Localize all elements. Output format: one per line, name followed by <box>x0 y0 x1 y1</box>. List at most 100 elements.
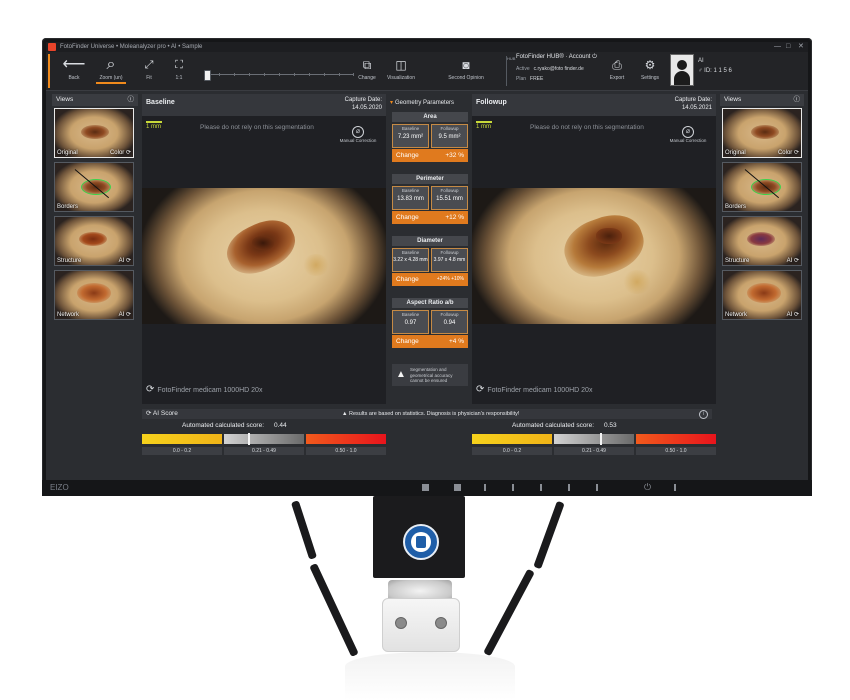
back-button[interactable]: ⟵ Back <box>62 56 86 82</box>
followup-score-marker <box>600 433 603 445</box>
zoom-button[interactable]: ⌕ Zoom (un) <box>96 56 126 84</box>
followup-ai-score: Automated calculated score: 0.53 0.0 - 0… <box>472 422 716 462</box>
baseline-score-value: 0.44 <box>274 422 287 429</box>
fit-button[interactable]: ⤢ Fit <box>140 56 158 82</box>
segmentation-warning: Please do not rely on this segmentation <box>530 124 644 131</box>
scale-label: 1 mm <box>476 124 491 130</box>
toolbar: ⟵ Back ⌕ Zoom (un) ⤢ Fit ⛶ 1:1 ⧉ Change … <box>46 52 808 91</box>
ai-score-header: ⟳ AI Score ▲ Results are based on statis… <box>142 409 712 419</box>
brand-logo: EIZO <box>50 483 69 492</box>
view-thumb-structure-left[interactable]: Structure AI ⟳ <box>54 216 134 266</box>
cable <box>483 568 535 657</box>
input-button[interactable] <box>422 484 429 491</box>
change-button[interactable]: ⧉ Change <box>354 56 380 82</box>
views-right-header: Views ⓘ <box>720 94 804 106</box>
zoom-slider[interactable] <box>204 70 354 81</box>
info-icon[interactable]: i <box>699 410 708 419</box>
score-high-segment <box>306 434 386 444</box>
sync-icon: ⟳ <box>125 150 131 156</box>
maximize-button[interactable]: □ <box>786 42 790 52</box>
segmentation-warning: Please do not rely on this segmentation <box>200 124 314 131</box>
baseline-device: ⟳ FotoFinder medicam 1000HD 20x <box>146 384 263 395</box>
geometry-parameters: ▾ Geometry Parameters Area Baseline 7.23 m… <box>390 98 470 408</box>
floor-shadow <box>345 652 515 700</box>
settings-button[interactable]: ⚙ Settings <box>638 56 662 82</box>
app-screen: FotoFinder Universe • Moleanalyzer pro •… <box>46 42 808 480</box>
view-thumb-structure-right[interactable]: Structure AI ⟳ <box>722 216 802 266</box>
followup-score-value: 0.53 <box>604 422 617 429</box>
manual-correction-button[interactable]: ⌀ Manual Correction <box>338 126 378 143</box>
info-icon[interactable]: ⓘ <box>128 94 135 106</box>
gears-icon: ⚙ <box>644 58 656 72</box>
account-active: Active c.ryako@foto finder.de <box>516 66 584 72</box>
monitor: FotoFinder Universe • Moleanalyzer pro •… <box>42 38 812 496</box>
window-titlebar: FotoFinder Universe • Moleanalyzer pro •… <box>46 42 808 52</box>
edit-icon: ⌀ <box>352 126 364 138</box>
stand-mount <box>382 598 460 652</box>
visualization-button[interactable]: ◫ Visualization <box>384 56 418 82</box>
followup-dermoscopy-image[interactable] <box>472 188 716 324</box>
manual-correction-button[interactable]: ⌀ Manual Correction <box>668 126 708 143</box>
camera-icon: ◙ <box>462 58 470 72</box>
patient-id-row: ♂ ID: 1 1 5 6 <box>698 68 732 74</box>
arrow-left-icon: ⟵ <box>62 56 86 73</box>
export-button[interactable]: ⎙ Export <box>604 56 630 82</box>
followup-capture-date: Capture Date: 14.05.2021 <box>674 97 712 111</box>
scale-bar <box>476 121 492 123</box>
view-thumb-borders-right[interactable]: Borders <box>722 162 802 212</box>
view-thumb-network-left[interactable]: Network AI ⟳ <box>54 270 134 320</box>
second-opinion-button[interactable]: ◙ Second Opinion <box>446 56 486 82</box>
bolt-icon <box>435 617 447 629</box>
score-mid-segment <box>224 434 304 444</box>
magnifier-person-icon: ⌕ <box>106 56 116 73</box>
male-icon: ♂ <box>698 68 703 74</box>
hub-account-title: FotoFinder HUB® · Account ⏻ <box>516 54 597 60</box>
sync-icon: ⟳ <box>793 312 799 318</box>
toolbar-accent <box>48 54 50 88</box>
baseline-score-marker <box>248 433 251 445</box>
patient-info: AI ♂ ID: 1 1 5 6 <box>698 56 732 76</box>
view-thumb-original-left[interactable]: Original Color ⟳ <box>54 108 134 158</box>
monitor-button[interactable] <box>512 484 514 491</box>
monitor-button[interactable] <box>484 484 486 491</box>
followup-title: Followup <box>476 99 507 106</box>
geometry-header[interactable]: ▾ Geometry Parameters <box>390 98 470 108</box>
geometry-note: ▲ Segmentation and geometrical accuracy … <box>392 364 468 386</box>
sync-icon[interactable]: ⟳ <box>476 384 484 395</box>
view-thumb-original-right[interactable]: Original Color ⟳ <box>722 108 802 158</box>
sync-icon: ⟳ <box>125 312 131 318</box>
views-left-header: Views ⓘ <box>52 94 138 106</box>
monitor-button[interactable] <box>596 484 598 491</box>
patient-avatar[interactable] <box>670 54 694 86</box>
monitor-button[interactable] <box>674 484 676 491</box>
baseline-dermoscopy-image[interactable] <box>142 188 386 324</box>
monitor-button[interactable] <box>540 484 542 491</box>
minimize-button[interactable]: — <box>774 42 781 52</box>
sync-icon: ⟳ <box>125 258 131 264</box>
printer-icon: ⎙ <box>612 58 622 72</box>
power-icon[interactable]: ⏻ <box>644 482 651 493</box>
score-low-segment <box>472 434 552 444</box>
fullscreen-icon: ⛶ <box>175 59 183 71</box>
edit-icon: ⌀ <box>682 126 694 138</box>
sync-icon[interactable]: ⟳ <box>146 384 154 395</box>
zoom-slider-thumb[interactable] <box>204 70 211 81</box>
sync-icon: ⟳ <box>146 410 152 417</box>
app-logo-icon <box>48 43 56 51</box>
close-button[interactable]: ✕ <box>798 42 804 52</box>
view-thumb-network-right[interactable]: Network AI ⟳ <box>722 270 802 320</box>
info-icon[interactable]: ⓘ <box>794 94 801 106</box>
cable <box>309 562 359 658</box>
baseline-ai-score: Automated calculated score: 0.44 0.0 - 0… <box>142 422 386 462</box>
score-high-segment <box>636 434 716 444</box>
scale-bar <box>146 121 162 123</box>
view-thumb-borders-left[interactable]: Borders <box>54 162 134 212</box>
mode-button[interactable] <box>454 484 461 491</box>
one-to-one-button[interactable]: ⛶ 1:1 <box>170 56 188 82</box>
window-title: FotoFinder Universe • Moleanalyzer pro •… <box>60 44 203 50</box>
monitor-stand <box>373 496 465 578</box>
baseline-capture-date: Capture Date: 14.05.2020 <box>344 97 382 111</box>
monitor-bezel: EIZO ⏻ <box>42 480 812 496</box>
monitor-button[interactable] <box>568 484 570 491</box>
hub-sync-badge: HUB <box>506 56 515 86</box>
